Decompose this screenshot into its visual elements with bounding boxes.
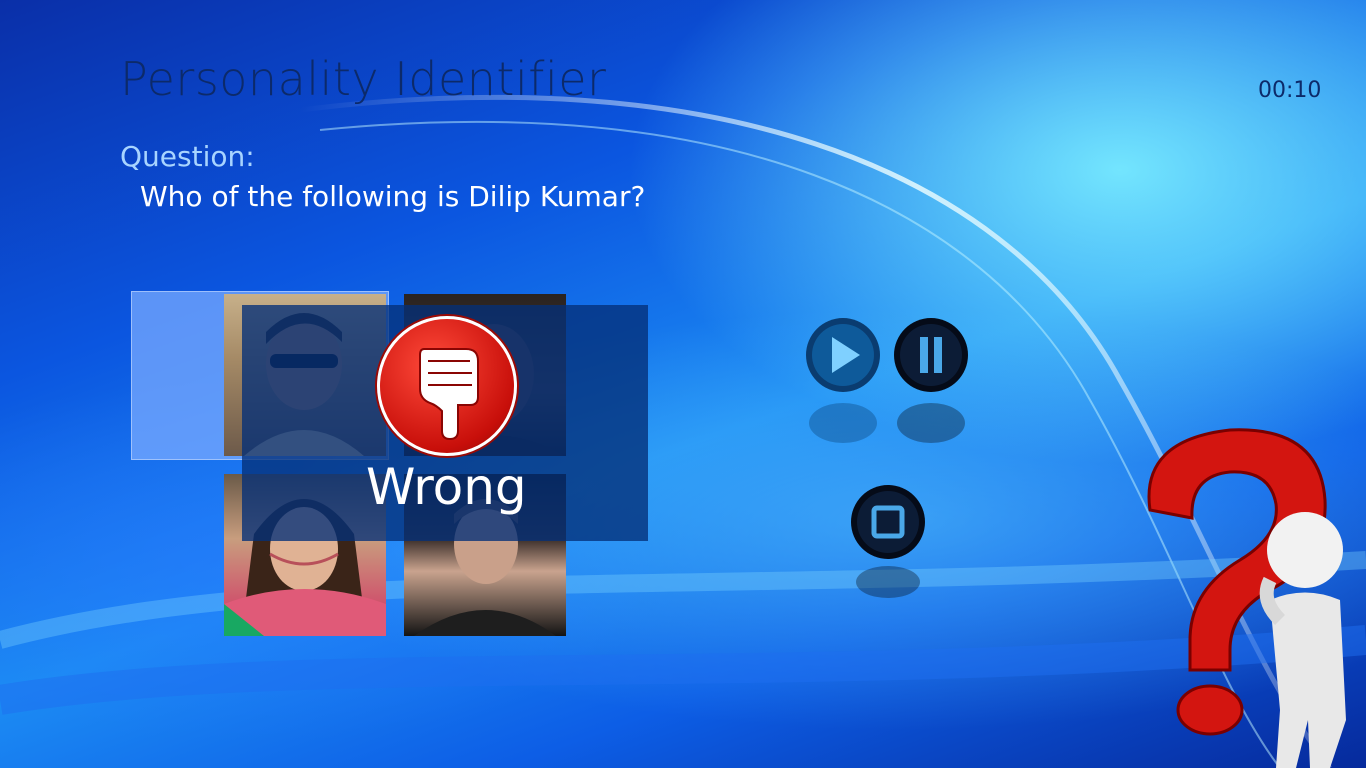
thumbs-down-icon	[377, 316, 517, 456]
play-icon[interactable]	[800, 315, 886, 445]
result-text: Wrong	[366, 458, 527, 516]
countdown-timer: 00:10	[1258, 78, 1322, 103]
question-mark-figure-icon	[1147, 428, 1346, 768]
question-label: Question:	[120, 140, 255, 173]
pause-icon[interactable]	[888, 315, 974, 445]
stop-icon[interactable]	[846, 482, 930, 602]
question-text: Who of the following is Dilip Kumar?	[140, 180, 646, 213]
app-title: Personality Identifier	[120, 52, 607, 106]
